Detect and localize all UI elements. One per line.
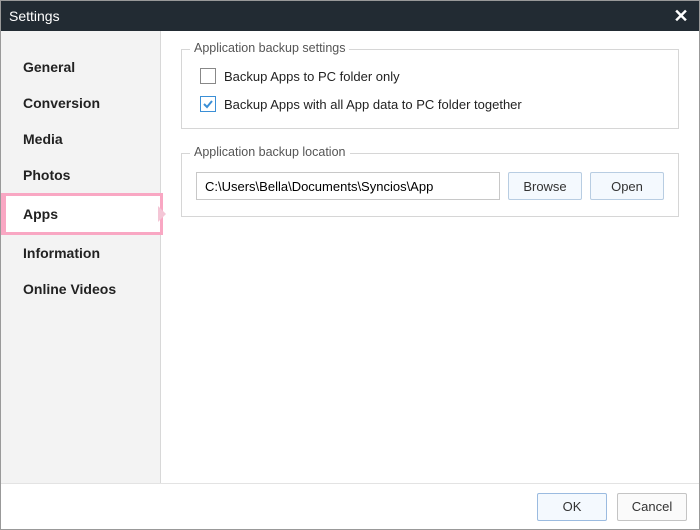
sidebar-item-label: Photos [23,167,70,183]
sidebar: General Conversion Media Photos Apps Inf… [1,31,161,483]
backup-location-group: Application backup location Browse Open [181,153,679,217]
sidebar-item-label: Conversion [23,95,100,111]
browse-button[interactable]: Browse [508,172,582,200]
close-icon: ✕ [673,6,688,27]
footer: OK Cancel [1,483,699,529]
option-with-data-row: Backup Apps with all App data to PC fold… [196,96,664,112]
cancel-button[interactable]: Cancel [617,493,687,521]
checkbox-with-data-label: Backup Apps with all App data to PC fold… [224,97,522,112]
titlebar: Settings ✕ [1,1,699,31]
backup-settings-group: Application backup settings Backup Apps … [181,49,679,129]
location-row: Browse Open [196,172,664,200]
ok-button[interactable]: OK [537,493,607,521]
backup-location-legend: Application backup location [190,145,350,159]
sidebar-item-apps[interactable]: Apps [1,193,163,235]
location-input[interactable] [196,172,500,200]
checkbox-pc-only[interactable] [200,68,216,84]
sidebar-item-general[interactable]: General [1,49,160,85]
sidebar-item-label: Apps [23,206,58,222]
open-button[interactable]: Open [590,172,664,200]
check-icon [202,98,214,110]
backup-settings-legend: Application backup settings [190,41,349,55]
sidebar-item-label: Media [23,131,63,147]
sidebar-item-media[interactable]: Media [1,121,160,157]
option-pc-only-row: Backup Apps to PC folder only [196,68,664,84]
close-button[interactable]: ✕ [671,6,691,26]
sidebar-item-online-videos[interactable]: Online Videos [1,271,160,307]
content-area: Application backup settings Backup Apps … [161,31,699,483]
window-title: Settings [9,8,60,24]
window-body: General Conversion Media Photos Apps Inf… [1,31,699,483]
sidebar-item-label: Online Videos [23,281,116,297]
sidebar-item-label: General [23,59,75,75]
sidebar-item-conversion[interactable]: Conversion [1,85,160,121]
sidebar-item-information[interactable]: Information [1,235,160,271]
sidebar-item-photos[interactable]: Photos [1,157,160,193]
checkbox-pc-only-label: Backup Apps to PC folder only [224,69,400,84]
settings-window: Settings ✕ General Conversion Media Phot… [0,0,700,530]
sidebar-item-label: Information [23,245,100,261]
checkbox-with-data[interactable] [200,96,216,112]
